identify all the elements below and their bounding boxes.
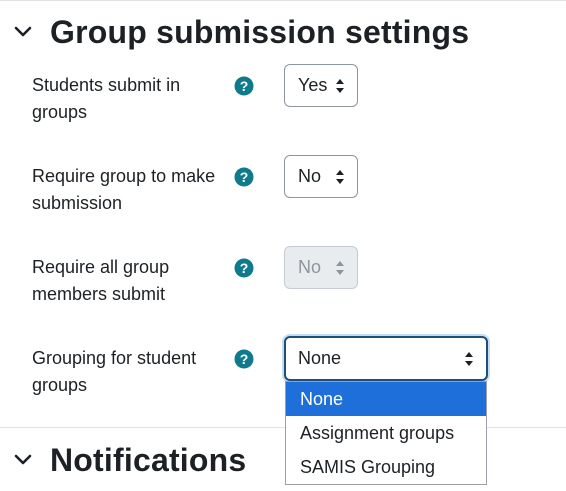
chevron-down-icon[interactable] [12,449,34,471]
chevron-down-icon[interactable] [12,21,34,43]
help-icon[interactable]: ? [234,167,254,187]
section-title-group-submission: Group submission settings [50,13,470,50]
sort-arrows-icon [465,351,473,366]
sort-arrows-icon [336,260,344,275]
grouping-select[interactable]: None [284,336,488,381]
section-title-notifications: Notifications [50,441,247,478]
field-label: Students submit in groups [32,75,181,122]
dropdown-option-assignment-groups[interactable]: Assignment groups [286,416,486,450]
select-value: No [298,166,322,186]
sort-arrows-icon [336,78,344,93]
svg-text:?: ? [240,78,249,94]
select-value: No [298,257,322,277]
field-label: Require all group members submit [32,257,170,304]
help-icon[interactable]: ? [234,76,254,96]
students-submit-in-groups-select[interactable]: Yes [284,64,358,107]
require-all-members-submit-select: No [284,246,358,289]
help-icon[interactable]: ? [234,349,254,369]
dropdown-option-none[interactable]: None [286,382,486,416]
select-value: None [298,348,342,368]
select-value: Yes [298,75,328,95]
grouping-dropdown-list: None Assignment groups SAMIS Grouping [285,381,487,485]
assignment-settings-form: Group submission settings Students submi… [0,0,566,491]
svg-text:?: ? [240,351,249,367]
help-icon[interactable]: ? [234,258,254,278]
require-group-submission-select[interactable]: No [284,155,358,198]
field-label: Grouping for student groups [32,348,197,395]
svg-text:?: ? [240,260,249,276]
dropdown-option-samis-grouping[interactable]: SAMIS Grouping [286,450,486,484]
sort-arrows-icon [336,169,344,184]
top-divider [0,0,566,1]
svg-text:?: ? [240,169,249,185]
field-label: Require group to make submission [32,166,216,213]
